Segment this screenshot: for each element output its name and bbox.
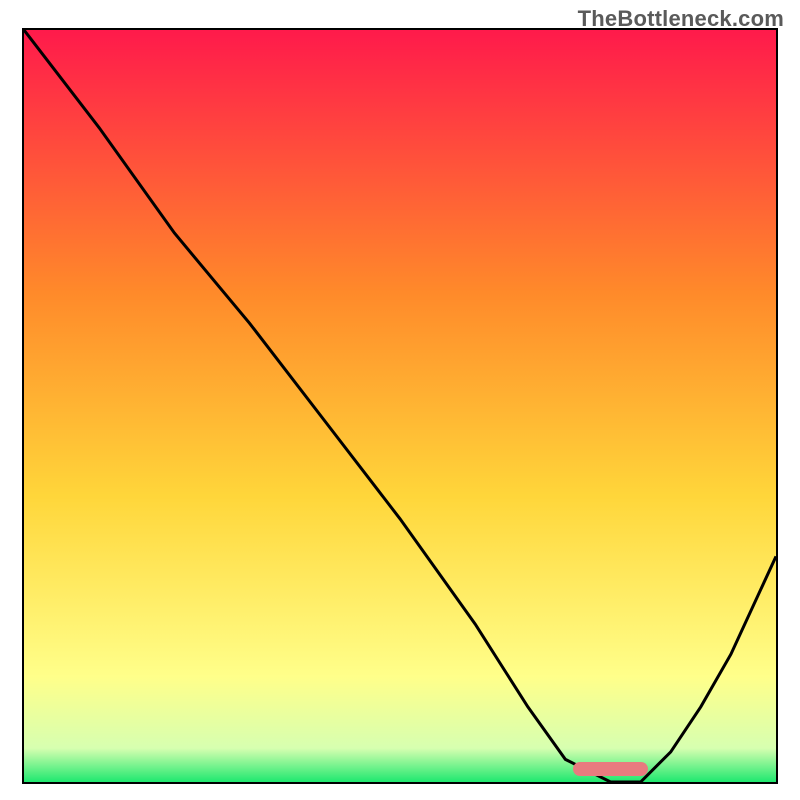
watermark-text: TheBottleneck.com	[578, 6, 784, 32]
chart-svg	[24, 30, 776, 782]
optimal-range-marker	[573, 762, 648, 776]
gradient-background	[24, 30, 776, 782]
chart-area	[22, 28, 778, 784]
